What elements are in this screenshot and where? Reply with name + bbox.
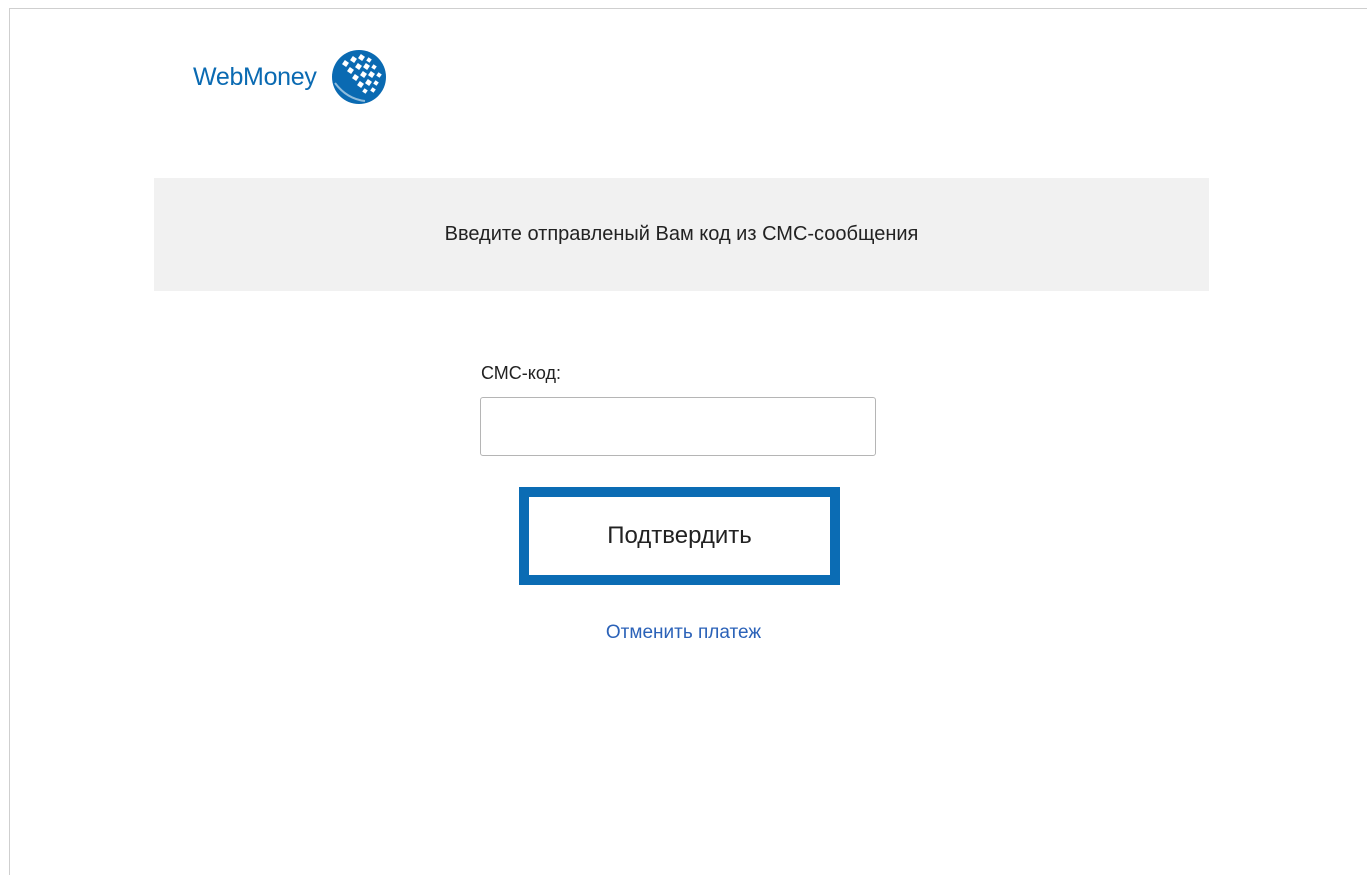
webmoney-globe-icon (331, 50, 386, 104)
logo-text: WebMoney (193, 62, 317, 91)
confirm-button[interactable]: Подтвердить (519, 487, 840, 585)
cancel-payment-link[interactable]: Отменить платеж (0, 622, 1367, 644)
sms-code-input[interactable] (480, 397, 876, 456)
instruction-text: Введите отправленый Вам код из СМС-сообщ… (444, 223, 919, 245)
instruction-banner: Введите отправленый Вам код из СМС-сообщ… (154, 178, 1209, 291)
sms-code-label: СМС-код: (481, 363, 561, 383)
webmoney-logo[interactable]: WebMoney (193, 47, 389, 107)
